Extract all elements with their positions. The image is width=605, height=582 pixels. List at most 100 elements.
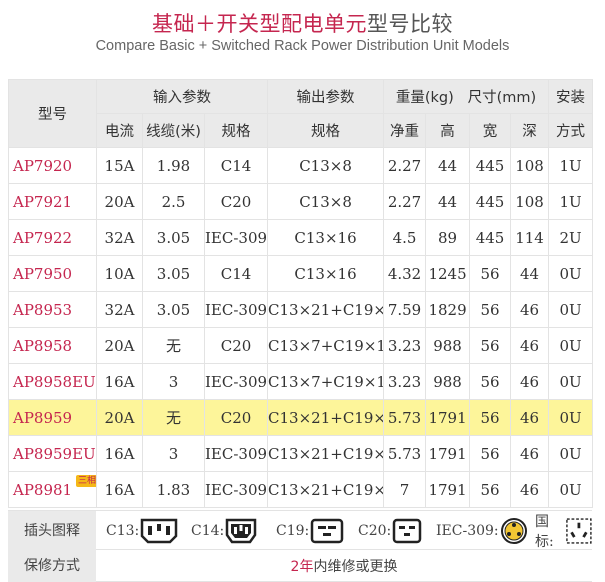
- cell-current: 16A: [96, 435, 143, 472]
- table-row: AP8958EU3 16A 3 IEC-309 C13×7+C19×1 3.23 988 56…: [8, 363, 594, 400]
- warranty-years: 2年: [290, 559, 314, 575]
- cell-input: IEC-309: [203, 363, 269, 400]
- cell-install: 0U: [548, 327, 594, 364]
- cell-current: 32A: [96, 291, 143, 328]
- cell-model: AP7950: [8, 255, 97, 292]
- cell-height: 89: [425, 219, 471, 256]
- plug-name: C14:: [191, 523, 225, 539]
- plug-name: C20:: [358, 523, 392, 539]
- cell-model: AP8958EU3: [8, 363, 97, 400]
- cell-input: C20: [203, 183, 269, 220]
- cell-output: C13×7+C19×1: [267, 327, 385, 364]
- table-row: AP8953 32A 3.05 IEC-309 C13×21+C19×3 7.59 1829…: [8, 291, 594, 328]
- plug-c14: C14:: [191, 517, 257, 545]
- header-model: 型号: [8, 79, 97, 148]
- cell-output: C13×16: [267, 255, 385, 292]
- cell-depth: 114: [510, 219, 550, 256]
- cell-install: 1U: [548, 147, 594, 184]
- cell-output: C13×21+C19×3: [267, 471, 385, 508]
- cell-weight: 4.32: [383, 255, 427, 292]
- iec309-plug-icon: [500, 518, 527, 544]
- cell-cable: 3: [142, 435, 205, 472]
- cell-output: C13×16: [267, 219, 385, 256]
- cell-depth: 46: [510, 327, 550, 364]
- cell-model: AP7921: [8, 183, 97, 220]
- cell-weight: 7.59: [383, 291, 427, 328]
- cell-model: AP8958: [8, 327, 97, 364]
- cell-input: IEC-309: [203, 471, 269, 508]
- model-name: AP7921: [13, 192, 73, 211]
- table-row: AP7950 10A 3.05 C14 C13×16 4.32 1245 56 44 0U: [8, 255, 594, 292]
- cell-weight: 7: [383, 471, 427, 508]
- plug-name: 国标:: [535, 514, 554, 550]
- c14-plug-icon: [226, 518, 257, 544]
- cell-current: 20A: [96, 327, 143, 364]
- plug-iec309: IEC-309:: [436, 517, 528, 545]
- cell-cable: 2.5: [142, 183, 205, 220]
- cell-height: 1791: [425, 435, 471, 472]
- cell-width: 56: [469, 363, 512, 400]
- cell-current: 10A: [96, 255, 143, 292]
- plug-c19: C19:: [276, 517, 344, 545]
- c19-socket-icon: [311, 518, 344, 544]
- cell-current: 20A: [96, 399, 143, 436]
- cell-width: 56: [469, 399, 512, 436]
- cell-cable: 无: [142, 327, 205, 364]
- cell-input: IEC-309: [203, 435, 269, 472]
- table-row: AP8959 20A 无 C20 C13×21+C19×3 5.73 1791 56 46 0U: [8, 399, 594, 436]
- table-row: AP7922 32A 3.05 IEC-309 C13×16 4.5 89 445 114 2U: [8, 219, 594, 256]
- cell-weight: 5.73: [383, 435, 427, 472]
- cell-depth: 46: [510, 471, 550, 508]
- cell-cable: 3: [142, 363, 205, 400]
- header-depth: 深: [510, 113, 550, 148]
- table-row: AP8959EU3 16A 3 IEC-309 C13×21+C19×3 5.73 1791…: [8, 435, 594, 472]
- cell-install: 1U: [548, 183, 594, 220]
- c13-socket-icon: [141, 518, 178, 544]
- cell-install: 0U: [548, 291, 594, 328]
- comparison-table: 型号 输入参数 输出参数 重量(kg) 尺寸(mm) 安装 电流 线缆(米) 规…: [8, 79, 594, 508]
- cell-current: 32A: [96, 219, 143, 256]
- cell-output: C13×7+C19×1: [267, 363, 385, 400]
- warranty-text: 2年内维修或更换: [96, 550, 592, 582]
- header-input-spec: 规格: [203, 113, 269, 148]
- plug-name: C13:: [106, 523, 140, 539]
- model-name: AP7950: [13, 264, 73, 283]
- cell-input: C20: [203, 399, 269, 436]
- table-row: AP7920 15A 1.98 C14 C13×8 2.27 44 445 108 1U: [8, 147, 594, 184]
- cell-weight: 2.27: [383, 147, 427, 184]
- plug-gb: 国标:: [535, 514, 592, 550]
- cell-cable: 无: [142, 399, 205, 436]
- cell-current: 16A: [96, 363, 143, 400]
- cell-depth: 108: [510, 147, 550, 184]
- table-row: AP7921 20A 2.5 C20 C13×8 2.27 44 445 108 1U: [8, 183, 594, 220]
- title-block: 基础＋开关型配电单元型号比较 Compare Basic + Switched …: [0, 0, 605, 78]
- cell-input: IEC-309: [203, 291, 269, 328]
- cell-output: C13×8: [267, 183, 385, 220]
- model-name: AP8958EU3: [13, 372, 97, 391]
- header-install-top: 安装: [548, 79, 594, 114]
- cell-depth: 46: [510, 363, 550, 400]
- cell-current: 20A: [96, 183, 143, 220]
- cell-output: C13×8: [267, 147, 385, 184]
- header-weight-size-group: 重量(kg) 尺寸(mm): [383, 79, 550, 114]
- cell-weight: 4.5: [383, 219, 427, 256]
- cell-input: IEC-309: [203, 219, 269, 256]
- table-row: AP8958 20A 无 C20 C13×7+C19×1 3.23 988 56 46 0U: [8, 327, 594, 364]
- cell-weight: 3.23: [383, 363, 427, 400]
- cell-width: 56: [469, 435, 512, 472]
- cell-width: 56: [469, 471, 512, 508]
- page-title: 基础＋开关型配电单元型号比较: [0, 8, 605, 38]
- plug-name: IEC-309:: [436, 523, 499, 539]
- cell-depth: 44: [510, 255, 550, 292]
- cell-width: 56: [469, 291, 512, 328]
- title-highlight: 基础＋开关型配电单元: [152, 12, 367, 36]
- cell-height: 1245: [425, 255, 471, 292]
- cell-input: C14: [203, 255, 269, 292]
- model-name: AP8959EU3: [13, 444, 97, 463]
- table-row: AP8981 三相 16A 1.83 IEC-309 C13×21+C19×3 7 1791 5…: [8, 471, 594, 508]
- model-name: AP7920: [13, 156, 73, 175]
- cell-install: 0U: [548, 435, 594, 472]
- cell-weight: 5.73: [383, 399, 427, 436]
- cell-model: AP8959EU3: [8, 435, 97, 472]
- header-install-bottom: 方式: [548, 113, 594, 148]
